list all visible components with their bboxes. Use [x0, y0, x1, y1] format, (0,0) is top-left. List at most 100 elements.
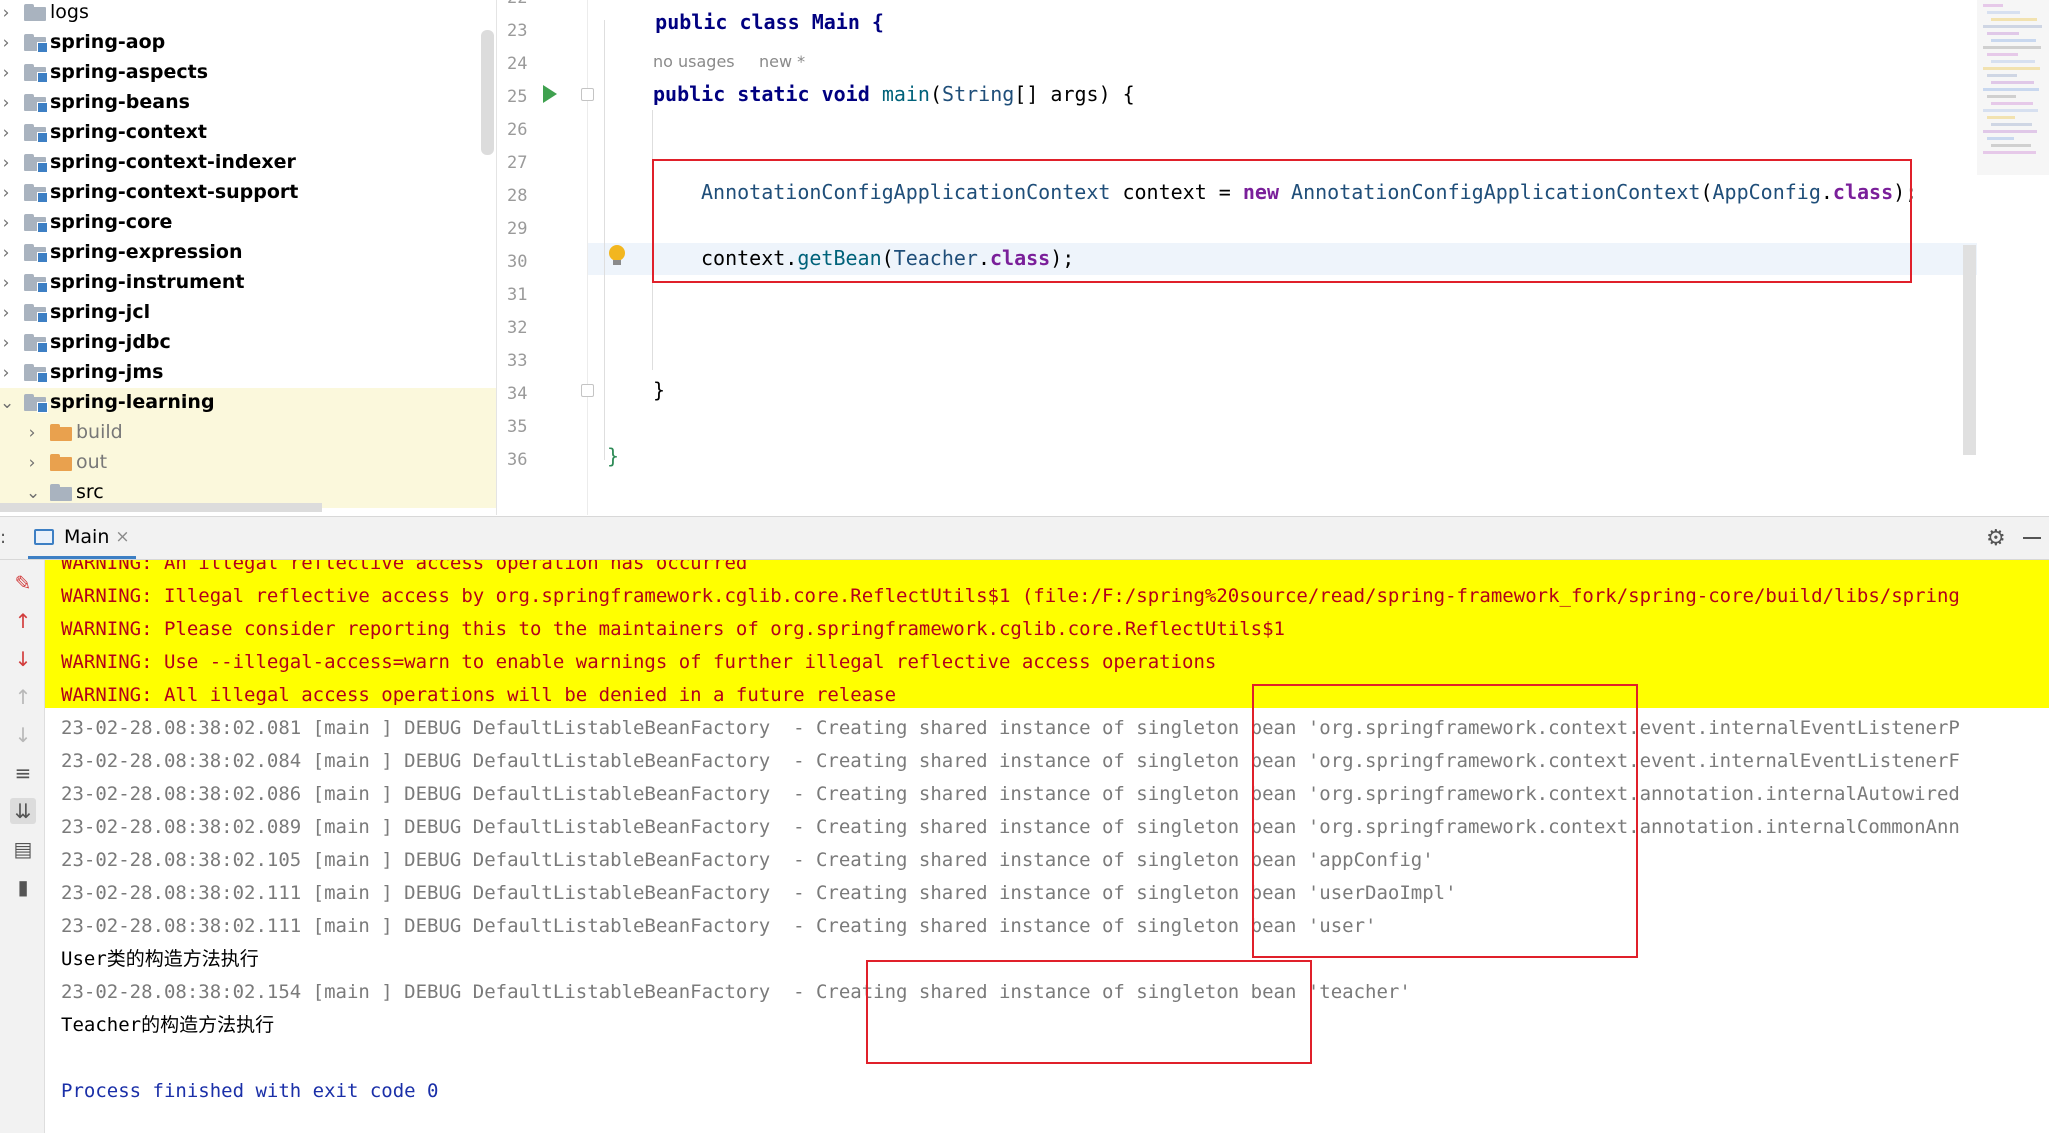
closing-brace: } — [607, 444, 620, 468]
chevron-right-icon[interactable]: › — [0, 65, 12, 82]
folder-icon — [24, 334, 48, 353]
folder-icon — [24, 244, 48, 263]
folder-icon — [50, 484, 72, 501]
run-window-header: : Main × ⚙ — [0, 516, 2049, 560]
chevron-right-icon[interactable]: › — [0, 125, 12, 142]
fold-marker-icon[interactable] — [581, 384, 594, 397]
tree-item-label: spring-expression — [50, 241, 243, 263]
folder-icon — [24, 364, 48, 383]
closing-brace: } — [653, 378, 666, 402]
tree-item[interactable]: › spring-core — [0, 208, 496, 238]
tree-item[interactable]: ⌄ spring-learning — [0, 388, 496, 418]
minimap-line — [1987, 74, 2017, 77]
chevron-right-icon[interactable]: › — [0, 185, 12, 202]
tree-item-label: logs — [50, 1, 89, 23]
minimap-line — [1983, 151, 2036, 154]
minimap-line — [1983, 25, 2042, 28]
kw-public: public — [653, 82, 726, 106]
method-name: main — [881, 82, 930, 106]
minimap-line — [1991, 18, 2037, 21]
console-line: WARNING: Use --illegal-access=warn to en… — [61, 651, 1217, 673]
author-hint[interactable]: new * — [759, 52, 805, 71]
chevron-right-icon[interactable]: › — [26, 455, 38, 472]
line-number: 27 — [507, 153, 528, 173]
usages-hint[interactable]: no usages — [653, 52, 735, 71]
chevron-right-icon[interactable]: › — [0, 305, 12, 322]
tree-item[interactable]: › spring-instrument — [0, 268, 496, 298]
chevron-right-icon[interactable]: › — [0, 245, 12, 262]
tree-item[interactable]: › spring-beans — [0, 88, 496, 118]
minimap-line — [1983, 130, 2037, 133]
print-icon[interactable]: ▤ — [10, 836, 36, 862]
tree-item-label: spring-learning — [50, 391, 215, 413]
editor-scrollbar[interactable] — [1963, 245, 1976, 455]
code-text: public class Main { — [655, 10, 884, 34]
folder-icon — [24, 214, 48, 233]
line-number: 34 — [507, 384, 528, 404]
run-gutter-icon[interactable] — [543, 85, 557, 103]
tree-item-label: spring-aop — [50, 31, 166, 53]
soft-wrap-icon[interactable]: ≡ — [10, 760, 36, 786]
minimap-line — [1991, 102, 2033, 105]
scroll-to-end-icon[interactable]: ⇊ — [10, 798, 36, 824]
chevron-right-icon[interactable]: › — [26, 425, 38, 442]
tree-item[interactable]: › spring-jcl — [0, 298, 496, 328]
minimap-line — [1987, 95, 2016, 98]
tree-item[interactable]: › build — [0, 418, 496, 448]
line-number: 26 — [507, 120, 528, 140]
rerun-icon[interactable]: ✎ — [10, 570, 36, 596]
tree-horizontal-scrollbar[interactable] — [0, 503, 322, 512]
chevron-down-icon[interactable]: ⌄ — [0, 395, 14, 412]
minimap-line — [1987, 11, 2020, 14]
chevron-down-icon[interactable]: ⌄ — [26, 485, 40, 502]
chevron-right-icon[interactable]: › — [0, 5, 12, 22]
tab-main[interactable]: Main × — [28, 517, 136, 559]
chevron-right-icon[interactable]: › — [0, 335, 12, 352]
chevron-right-icon[interactable]: › — [0, 35, 12, 52]
minimap-line — [1991, 144, 2031, 147]
tree-item[interactable]: › spring-jdbc — [0, 328, 496, 358]
tree-scrollbar[interactable] — [481, 30, 494, 155]
tree-item[interactable]: › spring-expression — [0, 238, 496, 268]
folder-icon — [50, 454, 72, 471]
chevron-right-icon[interactable]: › — [0, 155, 12, 172]
tree-item[interactable]: › spring-aspects — [0, 58, 496, 88]
tree-item-label: spring-core — [50, 211, 173, 233]
lightbulb-icon[interactable] — [609, 245, 625, 261]
code-line-35: } — [607, 444, 619, 468]
console-line: 23-02-28.08:38:02.081 [main ] DEBUG Defa… — [61, 717, 1960, 739]
tree-item[interactable]: › spring-jms — [0, 358, 496, 388]
chevron-right-icon[interactable]: › — [0, 365, 12, 382]
down-arrow-icon[interactable]: ↓ — [10, 646, 36, 672]
tree-item[interactable]: › spring-context-indexer — [0, 148, 496, 178]
chevron-right-icon[interactable]: › — [0, 275, 12, 292]
up-arrow-icon[interactable]: ↑ — [10, 608, 36, 634]
console-line: WARNING: Illegal reflective access by or… — [61, 585, 1960, 607]
minimize-icon[interactable] — [2023, 537, 2041, 539]
prev-occurrence-icon[interactable]: ↑ — [10, 684, 36, 710]
close-icon[interactable]: × — [115, 527, 129, 547]
minimap-line — [1991, 60, 2035, 63]
folder-icon — [24, 304, 48, 323]
tree-item[interactable]: › spring-context — [0, 118, 496, 148]
trash-icon[interactable]: ▮ — [10, 874, 36, 900]
fold-marker-icon[interactable] — [581, 88, 594, 101]
tree-item[interactable]: › spring-aop — [0, 28, 496, 58]
line-number: 22 — [507, 0, 547, 8]
console-line: User类的构造方法执行 — [61, 948, 259, 970]
folder-icon — [24, 274, 48, 293]
minimap[interactable] — [1977, 0, 2049, 175]
run-toolbar: ✎ ↑ ↓ ↑ ↓ ≡ ⇊ ▤ ▮ — [0, 560, 45, 1133]
chevron-right-icon[interactable]: › — [0, 95, 12, 112]
chevron-right-icon[interactable]: › — [0, 215, 12, 232]
tree-item-label: spring-context-indexer — [50, 151, 296, 173]
next-occurrence-icon[interactable]: ↓ — [10, 722, 36, 748]
code-line-24: public static void main(String[] args) { — [653, 82, 1135, 106]
tree-item[interactable]: › out — [0, 448, 496, 478]
minimap-line — [1983, 4, 2003, 7]
tree-item[interactable]: › spring-context-support — [0, 178, 496, 208]
lightbulb-base — [613, 260, 621, 265]
tree-item[interactable]: › logs — [0, 0, 496, 28]
tab-label: Main — [64, 525, 110, 548]
gear-icon[interactable]: ⚙ — [1986, 526, 2006, 551]
